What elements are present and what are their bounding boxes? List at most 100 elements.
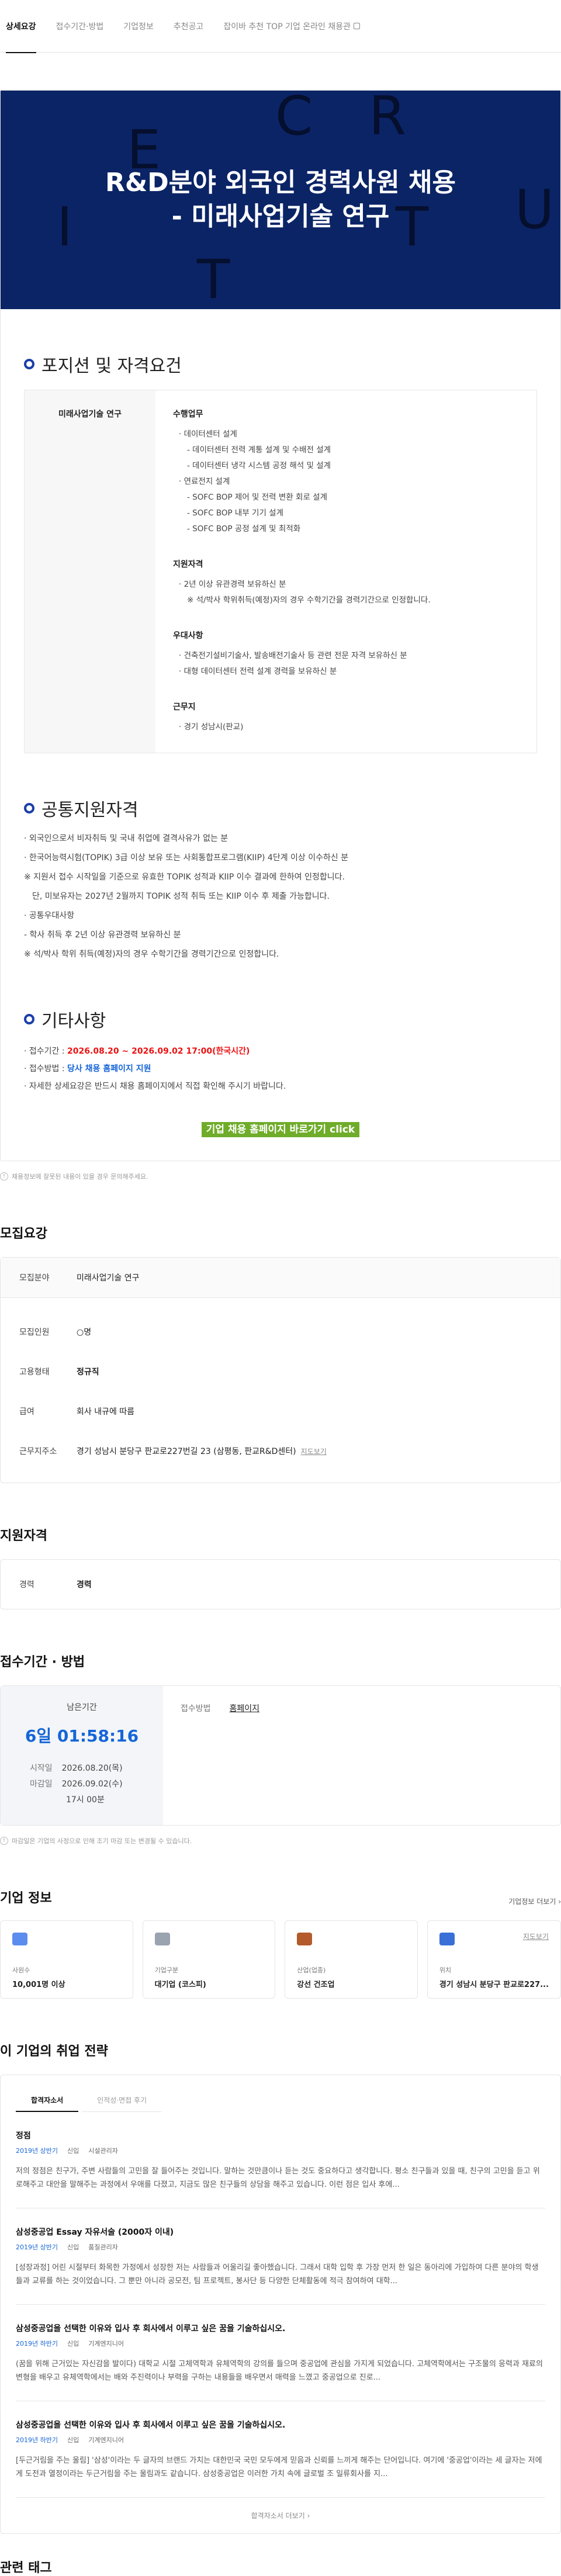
essay-text: (꿈을 위해 근거있는 자신감을 발이다) 대학교 시절 고체역학과 유체역학의… <box>16 2360 543 2382</box>
building-icon <box>154 1933 170 1945</box>
end-date: 마감일 2026.09.02(수) <box>30 1779 123 1789</box>
corp-card: 지도보기 위치 경기 성남시 분당구 판교로227... <box>427 1920 561 1999</box>
list-item: · 대형 데이터센터 전력 설계 경력을 보유하신 분 <box>179 667 337 676</box>
countdown: 6일 01:58:16 <box>25 1726 139 1746</box>
info-icon: ! <box>0 1172 8 1180</box>
deadline-notice: ! 마감일은 기업의 사정으로 인해 조기 마감 또는 변경될 수 있습니다. <box>0 1836 561 1846</box>
essay-type: 신입 <box>67 2147 79 2155</box>
deadline-box: 남은기간 6일 01:58:16 시작일 2026.08.20(목) 마감일 202… <box>1 1686 163 1825</box>
map-link[interactable]: 지도보기 <box>301 1446 327 1456</box>
essay-job: 품질관리자 <box>88 2243 118 2251</box>
common-item: - 학사 취득 후 2년 이상 유관경력 보유하신 분 <box>24 930 181 940</box>
banner-letter: R <box>369 91 406 147</box>
strategy-heading: 이 기업의 취업 전략 <box>0 2044 108 2059</box>
start-date: 시작일 2026.08.20(목) <box>30 1764 123 1773</box>
list-item: · 건축전기설비기술사, 발송배전기술사 등 관련 전문 자격 보유하신 분 <box>179 651 407 660</box>
position-field: 미래사업기술 연구 <box>25 390 155 753</box>
common-heading: 공통지원자격 <box>24 795 537 821</box>
list-item: · 데이터센터 설계 <box>179 430 237 439</box>
corp-card-label: 사원수 <box>12 1966 30 1974</box>
requirement-heading: 지원자격 <box>173 560 203 569</box>
field-value: 미래사업기술 연구 <box>77 1273 140 1283</box>
essay-year: 2019년 상반기 <box>16 2243 58 2251</box>
bullet-circle-icon <box>24 803 34 813</box>
method-link[interactable]: 홈페이지 <box>230 1702 260 1809</box>
tab-2[interactable]: 기업정보 <box>123 0 154 53</box>
corp-more-link[interactable]: 기업정보 더보기 › <box>508 1896 561 1906</box>
tab-1[interactable]: 접수기간·방법 <box>56 0 104 53</box>
map-link[interactable]: 지도보기 <box>523 1931 549 1941</box>
apply-heading: 접수기간 · 방법 <box>0 1655 85 1670</box>
address-value: 경기 성남시 분당구 판교로227번길 23 (삼평동, 판교R&D센터) <box>77 1447 296 1456</box>
qualification-heading: 지원자격 <box>0 1529 47 1543</box>
etc-detail: · 자세한 상세요강은 반드시 채용 홈페이지에서 직접 확인해 주시기 바랍니… <box>24 1082 286 1091</box>
essay-meta: 2019년 상반기 신입 시설관리자 <box>16 2146 545 2155</box>
count-value: ○명 <box>77 1328 92 1337</box>
essay-job: 기계엔지니어 <box>88 2436 124 2444</box>
strategy-panel: 합격자소서 인적성·면접 후기 정점 2019년 상반기 신입 시설관리자 저의 정점은 … <box>0 2075 561 2534</box>
bullet-circle-icon <box>24 1014 34 1024</box>
essay-item[interactable]: 삼성중공업 Essay 자유서술 (2000자 이내) 2019년 상반기 신입 품질… <box>16 2208 545 2305</box>
banner-letter: I <box>57 196 73 258</box>
method-label: 접수방법 <box>181 1704 211 1713</box>
essay-text: [두근거림을 주는 울림] '삼성'이라는 두 글자의 브랜드 가치는 대한민국… <box>16 2456 542 2478</box>
remain-label: 남은기간 <box>67 1703 97 1712</box>
essay-year: 2019년 하반기 <box>16 2340 58 2348</box>
external-link-icon <box>354 23 361 29</box>
etc-heading: 기타사항 <box>24 1006 537 1032</box>
essay-type: 신입 <box>67 2436 79 2444</box>
essay-meta: 2019년 하반기 신입 기계엔지니어 <box>16 2435 545 2445</box>
pin-icon <box>439 1933 455 1945</box>
tab-0[interactable]: 상세요강 <box>6 0 36 53</box>
etc-period: · 접수기간 : 2026.08.20 ~ 2026.09.02 17:00(한… <box>24 1047 250 1056</box>
essay-job: 시설관리자 <box>88 2147 118 2155</box>
strategy-tab-0[interactable]: 합격자소서 <box>16 2089 79 2112</box>
duty-heading: 수행업무 <box>173 410 203 419</box>
type-label: 고용형태 <box>19 1367 50 1377</box>
banner-letter: T <box>197 248 230 309</box>
essay-title: 삼성중공업을 선택한 이유와 입사 후 회사에서 이루고 싶은 꿈을 기술하십시… <box>16 2421 286 2430</box>
qualification-panel: 경력 경력 <box>0 1559 561 1609</box>
position-details: 수행업무 · 데이터센터 설계 - 데이터센터 전력 계통 설계 및 수배전 설계… <box>155 390 536 753</box>
corp-card: 기업구분 대기업 (코스피) <box>142 1920 276 1999</box>
qualification-value: 경력 <box>77 1580 92 1590</box>
recruit-heading: 모집요강 <box>0 1227 47 1241</box>
list-item: · 연료전지 설계 <box>179 477 230 486</box>
job-banner: E C R I T U T R&D분야 외국인 경력사원 채용 - 미래사업기술 … <box>1 91 560 309</box>
type-value: 정규직 <box>77 1367 99 1377</box>
essay-item[interactable]: 삼성중공업을 선택한 이유와 입사 후 회사에서 이루고 싶은 꿈을 기술하십시… <box>16 2305 545 2401</box>
preference-heading: 우대사항 <box>173 631 203 640</box>
list-item: - SOFC BOP 공정 설계 및 최적화 <box>187 524 301 534</box>
position-heading: 포지션 및 자격요건 <box>24 351 537 377</box>
end-time: 17시 00분 <box>66 1795 105 1805</box>
essay-type: 신입 <box>67 2243 79 2251</box>
position-table: 미래사업기술 연구 수행업무 · 데이터센터 설계 - 데이터센터 전력 계통 설… <box>24 390 537 753</box>
bullet-circle-icon <box>24 359 34 369</box>
essay-year: 2019년 하반기 <box>16 2436 58 2444</box>
tab-3[interactable]: 추천공고 <box>174 0 204 53</box>
essay-item[interactable]: 정점 2019년 상반기 신입 시설관리자 저의 정점은 친구가, 주변 사람들의 고민… <box>16 2112 545 2208</box>
essay-title: 삼성중공업을 선택한 이유와 입사 후 회사에서 이루고 싶은 꿈을 기술하십시… <box>16 2324 286 2333</box>
essay-item[interactable]: 삼성중공업을 선택한 이유와 입사 후 회사에서 이루고 싶은 꿈을 기술하십시… <box>16 2401 545 2498</box>
list-item: - 데이터센터 전력 계통 설계 및 수배전 설계 <box>187 445 331 455</box>
list-item: - 데이터센터 냉각 시스템 공정 해석 및 설계 <box>187 461 331 470</box>
people-icon <box>12 1933 27 1945</box>
etc-method: · 접수방법 : 당사 채용 홈페이지 지원 <box>24 1064 151 1074</box>
info-icon: ! <box>0 1837 8 1845</box>
tab-4[interactable]: 잡이바 추천 TOP 기업 온라인 채용관 <box>223 0 361 53</box>
recruit-panel: 모집분야 미래사업기술 연구 모집인원 ○명 고용형태 정규직 급여 회사 내규에 따름… <box>0 1257 561 1483</box>
corp-card: 산업(업종) 강선 건조업 <box>285 1920 418 1999</box>
corp-card-label: 산업(업종) <box>297 1966 326 1974</box>
corp-heading: 기업 정보 <box>0 1891 52 1906</box>
essay-title: 삼성중공업 Essay 자유서술 (2000자 이내) <box>16 2228 174 2237</box>
corp-card-value: 10,001명 이상 <box>12 1981 65 1989</box>
banner-letter: U <box>515 178 555 241</box>
essay-more-link[interactable]: 합격자소서 더보기 › <box>16 2498 545 2533</box>
location-heading: 근무지 <box>173 702 196 712</box>
briefcase-icon <box>297 1933 313 1945</box>
essay-year: 2019년 상반기 <box>16 2147 58 2155</box>
essay-title: 정점 <box>16 2131 31 2141</box>
company-homepage-button[interactable]: 기업 채용 홈페이지 바로가기 click <box>202 1122 359 1137</box>
common-item: ※ 석/박사 학위 취득(예정)자의 경우 수학기간을 경력기간으로 인정합니다… <box>24 950 279 959</box>
strategy-tab-1[interactable]: 인적성·면접 후기 <box>82 2089 162 2112</box>
